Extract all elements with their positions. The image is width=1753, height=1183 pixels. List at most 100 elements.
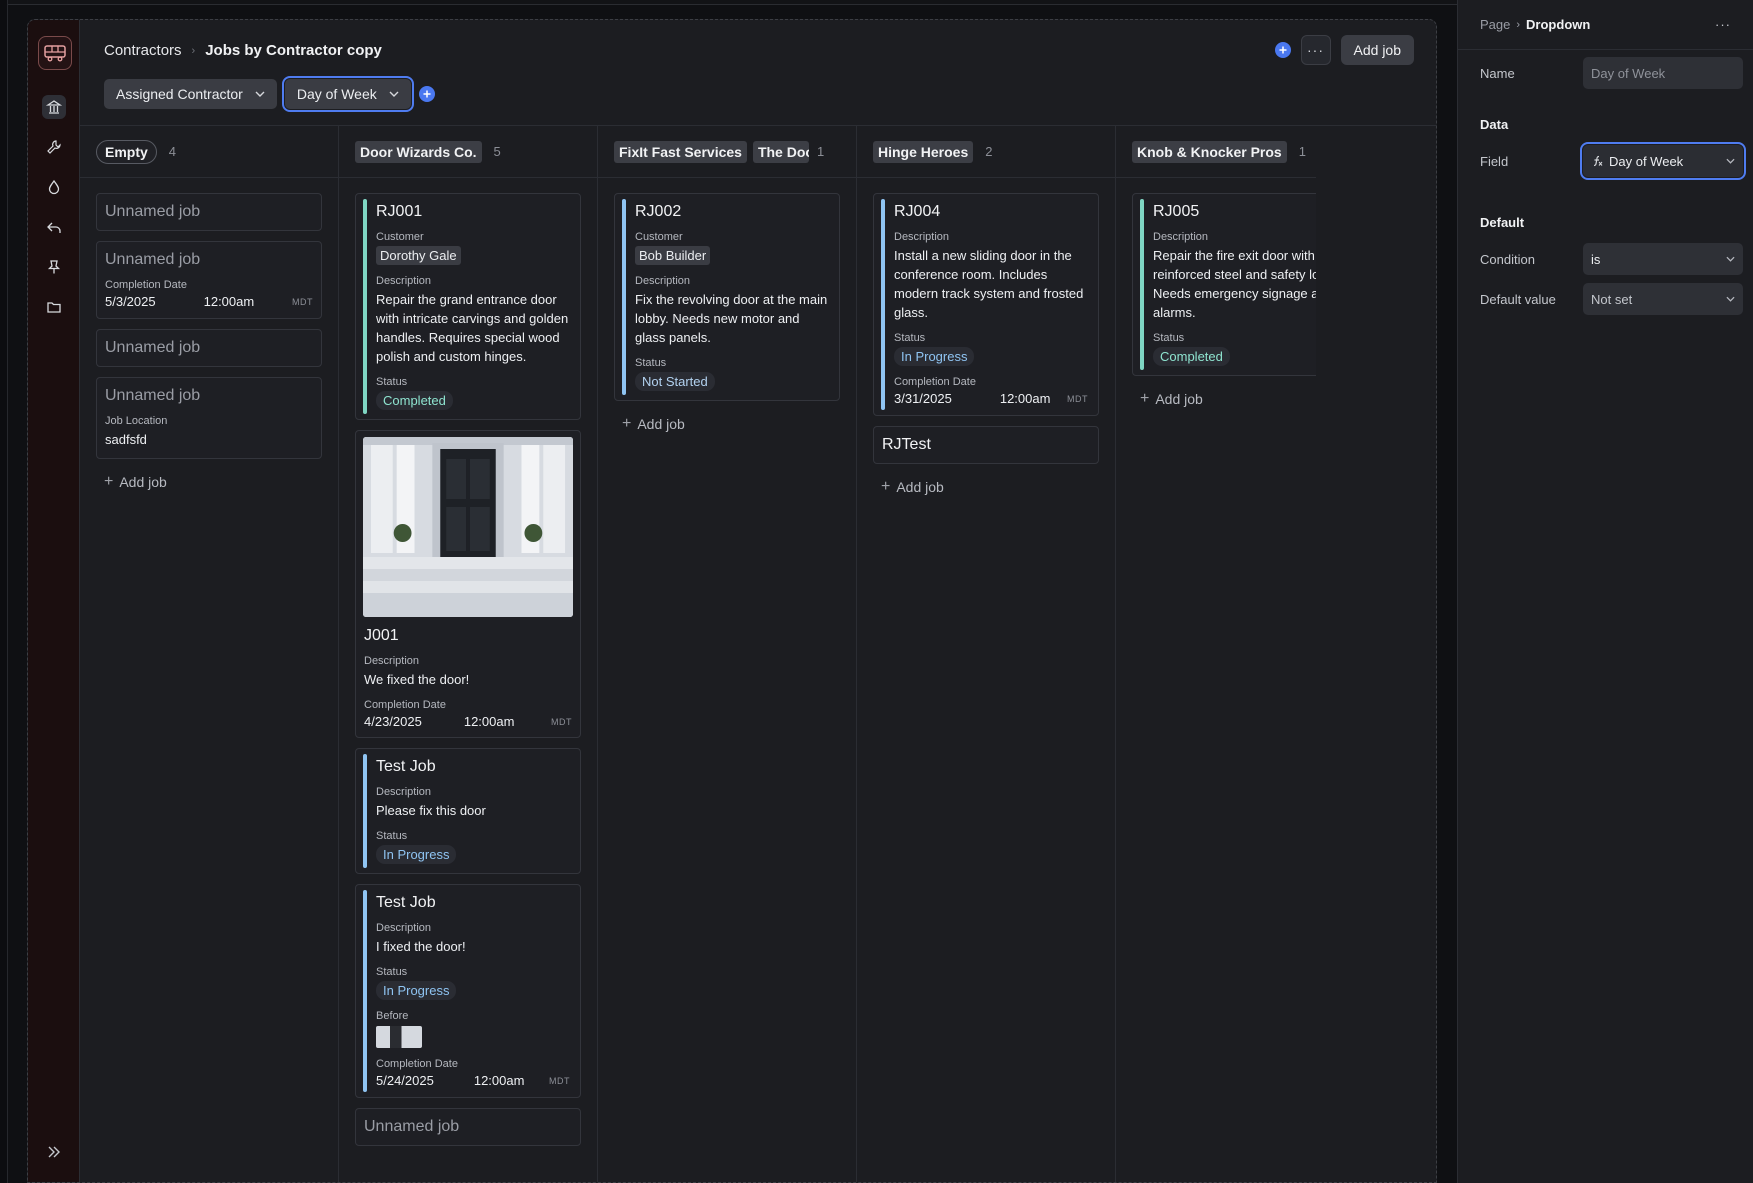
description: Fix the revolving door at the main lobby… xyxy=(635,292,828,345)
status-badge: Completed xyxy=(1153,347,1230,366)
description: Repair the fire exit door with reinforce… xyxy=(1153,248,1316,320)
nav-pins[interactable] xyxy=(42,255,66,279)
breadcrumb: Contractors › Jobs by Contractor copy xyxy=(104,42,382,59)
status-badge: Not Started xyxy=(635,372,715,391)
field-label: Field xyxy=(1480,153,1509,169)
date-value: 5/24/2025 xyxy=(376,1073,434,1088)
completion-date: 4/23/2025 12:00am MDT xyxy=(364,714,572,729)
job-card[interactable]: RJ004 Description Install a new sliding … xyxy=(873,193,1099,416)
nav-rail xyxy=(28,20,80,1182)
page-title: Jobs by Contractor copy xyxy=(205,42,382,59)
description: Repair the grand entrance door with intr… xyxy=(376,292,569,364)
column-tag: Door Wizards Co. xyxy=(355,140,482,163)
column-header: Knob & Knocker Pros 1 xyxy=(1116,126,1316,178)
panel-breadcrumb-root[interactable]: Page xyxy=(1480,17,1510,32)
field-label: Description xyxy=(364,655,420,667)
add-job-button[interactable]: Add job xyxy=(1340,35,1414,65)
default-value-row: Default value Not set xyxy=(1480,283,1745,315)
date-value: 4/23/2025 xyxy=(364,714,422,729)
date-value: 3/31/2025 xyxy=(894,391,952,406)
column-count: 5 xyxy=(493,144,501,159)
time-value: 12:00am xyxy=(999,391,1051,406)
nav-files[interactable] xyxy=(42,295,66,319)
column-count: 2 xyxy=(985,144,993,159)
name-label: Name xyxy=(1480,65,1515,81)
add-job-link[interactable]: + Add job xyxy=(614,411,840,437)
card-title: Unnamed job xyxy=(364,1118,460,1135)
nav-contractors[interactable] xyxy=(42,95,66,119)
top-bar: Contractors › Jobs by Contractor copy As… xyxy=(80,20,1436,126)
chevron-down-icon xyxy=(255,91,265,97)
field-row: Field Day of Week xyxy=(1480,142,1746,180)
bus-icon xyxy=(44,45,66,62)
formula-icon xyxy=(1593,155,1603,167)
plus-icon: + xyxy=(622,415,632,432)
filter-label: Day of Week xyxy=(296,86,377,102)
filter-day-of-week[interactable]: Day of Week xyxy=(281,76,414,112)
default-value-select[interactable]: Not set xyxy=(1583,283,1743,315)
column-empty: Empty 4 Unnamed job Unnamed job Completi… xyxy=(80,126,339,1182)
properties-panel: Page › Dropdown ··· Name Day of Week Dat… xyxy=(1457,0,1753,1183)
condition-select[interactable]: is xyxy=(1583,243,1743,275)
job-card[interactable]: Test Job Description I fixed the door! S… xyxy=(355,884,581,1098)
time-value: 12:00am xyxy=(203,294,255,309)
description: We fixed the door! xyxy=(364,672,470,687)
date-value: 5/3/2025 xyxy=(105,294,156,309)
job-card[interactable]: Unnamed job Completion Date 5/3/2025 12:… xyxy=(96,241,322,319)
time-value: 12:00am xyxy=(463,714,515,729)
panel-more-button[interactable]: ··· xyxy=(1715,17,1731,32)
column-body: RJ002 Customer Bob Builder Description F… xyxy=(598,178,856,437)
expand-sidebar-button[interactable] xyxy=(42,1140,66,1164)
field-label: Description xyxy=(1153,231,1209,243)
add-filter-button[interactable] xyxy=(418,86,435,102)
field-select[interactable]: Day of Week xyxy=(1580,142,1746,180)
card-title: Test Job xyxy=(376,894,436,911)
chevron-down-icon xyxy=(1726,296,1735,302)
job-card[interactable]: Unnamed job Job Location sadfsfd xyxy=(96,377,322,459)
breadcrumb-root[interactable]: Contractors xyxy=(104,42,182,59)
add-job-link[interactable]: + Add job xyxy=(96,469,322,495)
job-card[interactable]: J001 Description We fixed the door! Comp… xyxy=(355,430,581,738)
filter-assigned-contractor[interactable]: Assigned Contractor xyxy=(104,79,277,109)
nav-tools[interactable] xyxy=(42,135,66,159)
add-job-link[interactable]: + Add job xyxy=(1132,386,1316,412)
panel-breadcrumb: Page › Dropdown ··· xyxy=(1458,0,1753,50)
add-component-button[interactable] xyxy=(1274,42,1291,58)
job-card[interactable]: Test Job Description Please fix this doo… xyxy=(355,748,581,874)
field-label: Job Location xyxy=(105,415,168,427)
status-badge: In Progress xyxy=(894,347,975,366)
job-card[interactable]: RJ001 Customer Dorothy Gale Description … xyxy=(355,193,581,420)
column-body: RJ004 Description Install a new sliding … xyxy=(857,178,1115,500)
folder-icon xyxy=(47,302,61,313)
completion-date: 5/24/2025 12:00am MDT xyxy=(376,1073,570,1088)
column-count: 1 xyxy=(1298,144,1306,159)
name-input[interactable]: Day of Week xyxy=(1583,57,1743,89)
card-title: Unnamed job xyxy=(105,203,201,220)
field-label: Status xyxy=(894,332,926,344)
field-label: Completion Date xyxy=(105,279,187,291)
add-job-link[interactable]: + Add job xyxy=(873,474,1099,500)
column-count: 1 xyxy=(816,144,825,159)
field-label: Status xyxy=(376,376,408,388)
column-header: FixIt Fast Services The Door 1 xyxy=(598,126,856,178)
job-card[interactable]: Unnamed job xyxy=(355,1108,581,1146)
job-card[interactable]: Unnamed job xyxy=(96,329,322,367)
job-card[interactable]: RJ002 Customer Bob Builder Description F… xyxy=(614,193,840,401)
app-logo[interactable] xyxy=(38,36,72,70)
job-card[interactable]: RJTest xyxy=(873,426,1099,464)
nav-replies[interactable] xyxy=(42,215,66,239)
nav-drops[interactable] xyxy=(42,175,66,199)
job-card[interactable]: Unnamed job xyxy=(96,193,322,231)
app-frame: Contractors › Jobs by Contractor copy As… xyxy=(27,19,1437,1183)
outer-left-strip xyxy=(0,0,8,1183)
breadcrumb-separator: › xyxy=(191,44,196,57)
before-thumbnail[interactable] xyxy=(376,1026,422,1048)
more-options-button[interactable]: ··· xyxy=(1300,35,1331,65)
add-job-label: Add job xyxy=(119,474,167,490)
kanban-board: Empty 4 Unnamed job Unnamed job Completi… xyxy=(80,126,1436,1182)
column-knob-knocker: Knob & Knocker Pros 1 RJ005 Description … xyxy=(1116,126,1316,1182)
add-job-label: Add job xyxy=(1155,391,1203,407)
completion-date: 3/31/2025 12:00am MDT xyxy=(894,391,1088,406)
plus-icon: + xyxy=(104,473,114,490)
job-card[interactable]: RJ005 Description Repair the fire exit d… xyxy=(1132,193,1316,376)
